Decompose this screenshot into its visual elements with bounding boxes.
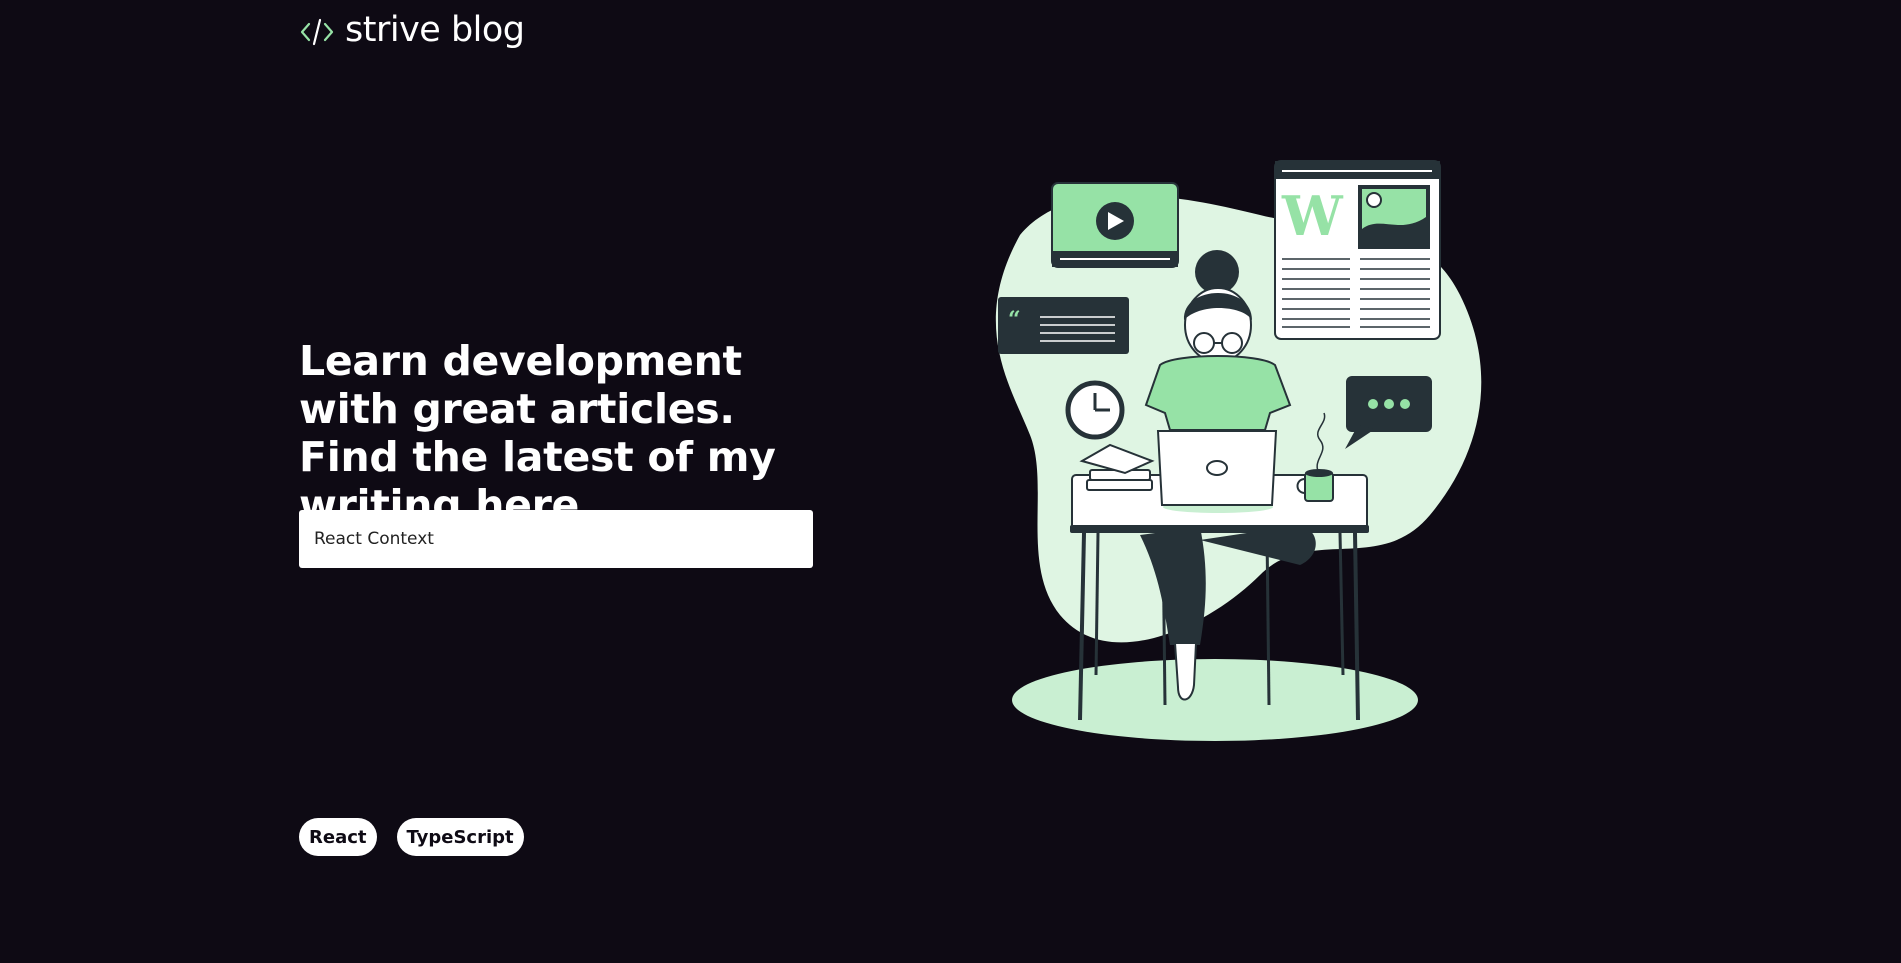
tag-react[interactable]: React	[299, 818, 377, 856]
article-card-icon: W	[1274, 160, 1441, 340]
site-header: strive blog	[299, 10, 525, 54]
code-brackets-icon[interactable]	[299, 14, 335, 50]
search-input[interactable]	[312, 528, 800, 550]
wiki-letter: W	[1281, 184, 1344, 248]
tag-list: React TypeScript	[299, 818, 524, 856]
clock-icon	[1065, 380, 1125, 440]
search-box[interactable]	[299, 510, 813, 568]
brand-name[interactable]: strive blog	[345, 12, 525, 48]
developer-at-desk-illustration: “ W	[995, 160, 1482, 741]
tag-typescript[interactable]: TypeScript	[396, 818, 524, 856]
video-card-icon	[1051, 182, 1179, 268]
quote-card-icon: “	[998, 297, 1129, 354]
page: strive blog Learn development with great…	[0, 0, 1901, 963]
hero-title: Learn development with great articles. F…	[299, 337, 776, 529]
svg-text:“: “	[1008, 307, 1021, 333]
